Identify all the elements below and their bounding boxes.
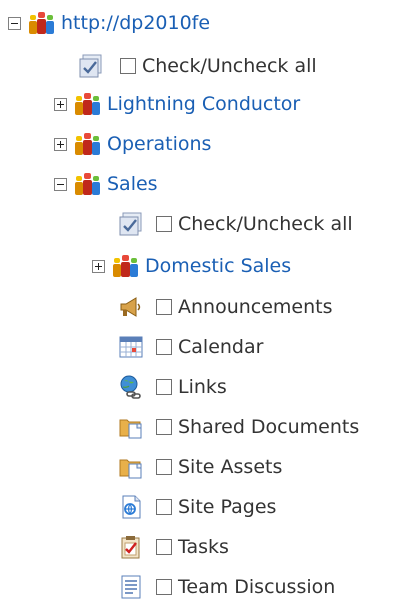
list-item-site-pages: Site Pages: [118, 487, 276, 527]
collapse-icon[interactable]: [8, 16, 21, 30]
site-icon: [75, 91, 101, 117]
list-item-team-discussion: Team Discussion: [118, 567, 335, 607]
expand-icon[interactable]: [54, 97, 67, 111]
list-checkbox[interactable]: [156, 379, 172, 395]
tree-node-operations: Operations: [54, 124, 211, 164]
sales-check-all-row: Check/Uncheck all: [118, 204, 353, 244]
list-item-shared-documents: Shared Documents: [118, 407, 359, 447]
check-all-icon: [118, 211, 144, 237]
list-item-site-assets: Site Assets: [118, 447, 282, 487]
site-link-operations[interactable]: Operations: [107, 133, 211, 155]
list-label: Announcements: [178, 296, 333, 318]
list-checkbox[interactable]: [156, 339, 172, 355]
list-label: Team Discussion: [178, 576, 336, 598]
document-library-icon: [118, 454, 144, 480]
announcements-icon: [118, 294, 144, 320]
site-link-domestic-sales[interactable]: Domestic Sales: [145, 255, 291, 277]
expand-icon[interactable]: [54, 137, 67, 151]
site-icon: [113, 253, 139, 279]
tree-node-domestic-sales: Domestic Sales: [92, 246, 291, 286]
list-checkbox[interactable]: [156, 499, 172, 515]
calendar-icon: [118, 334, 144, 360]
list-checkbox[interactable]: [156, 419, 172, 435]
list-item-links: Links: [118, 367, 227, 407]
list-label: Shared Documents: [178, 416, 360, 438]
document-library-icon: [118, 414, 144, 440]
site-link-lightning-conductor[interactable]: Lightning Conductor: [107, 93, 300, 115]
links-icon: [118, 374, 144, 400]
root-site-link[interactable]: http://dp2010fe: [61, 12, 210, 34]
list-item-tasks: Tasks: [118, 527, 229, 567]
collapse-icon[interactable]: [54, 177, 67, 191]
list-label: Calendar: [178, 336, 264, 358]
list-checkbox[interactable]: [156, 459, 172, 475]
list-label: Site Pages: [178, 496, 277, 518]
check-all-icon: [78, 53, 104, 79]
list-item-announcements: Announcements: [118, 287, 333, 327]
site-icon: [75, 171, 101, 197]
list-label: Links: [178, 376, 227, 398]
list-checkbox[interactable]: [156, 539, 172, 555]
tree-node-lightning-conductor: Lightning Conductor: [54, 84, 300, 124]
discussion-icon: [118, 574, 144, 600]
sales-check-all-checkbox[interactable]: [156, 216, 172, 232]
tree-node-sales: Sales: [54, 164, 158, 204]
list-checkbox[interactable]: [156, 579, 172, 595]
site-icon: [75, 131, 101, 157]
list-label: Site Assets: [178, 456, 283, 478]
site-pages-icon: [118, 494, 144, 520]
root-check-all-label: Check/Uncheck all: [142, 55, 317, 77]
expand-icon[interactable]: [92, 259, 105, 273]
site-icon: [29, 10, 55, 36]
tasks-icon: [118, 534, 144, 560]
root-check-all-row: Check/Uncheck all: [78, 46, 317, 86]
list-item-calendar: Calendar: [118, 327, 263, 367]
list-checkbox[interactable]: [156, 299, 172, 315]
list-label: Tasks: [178, 536, 229, 558]
site-link-sales[interactable]: Sales: [107, 173, 158, 195]
sales-check-all-label: Check/Uncheck all: [178, 213, 353, 235]
root-check-all-checkbox[interactable]: [120, 58, 136, 74]
tree-node-root: http://dp2010fe: [8, 3, 210, 43]
